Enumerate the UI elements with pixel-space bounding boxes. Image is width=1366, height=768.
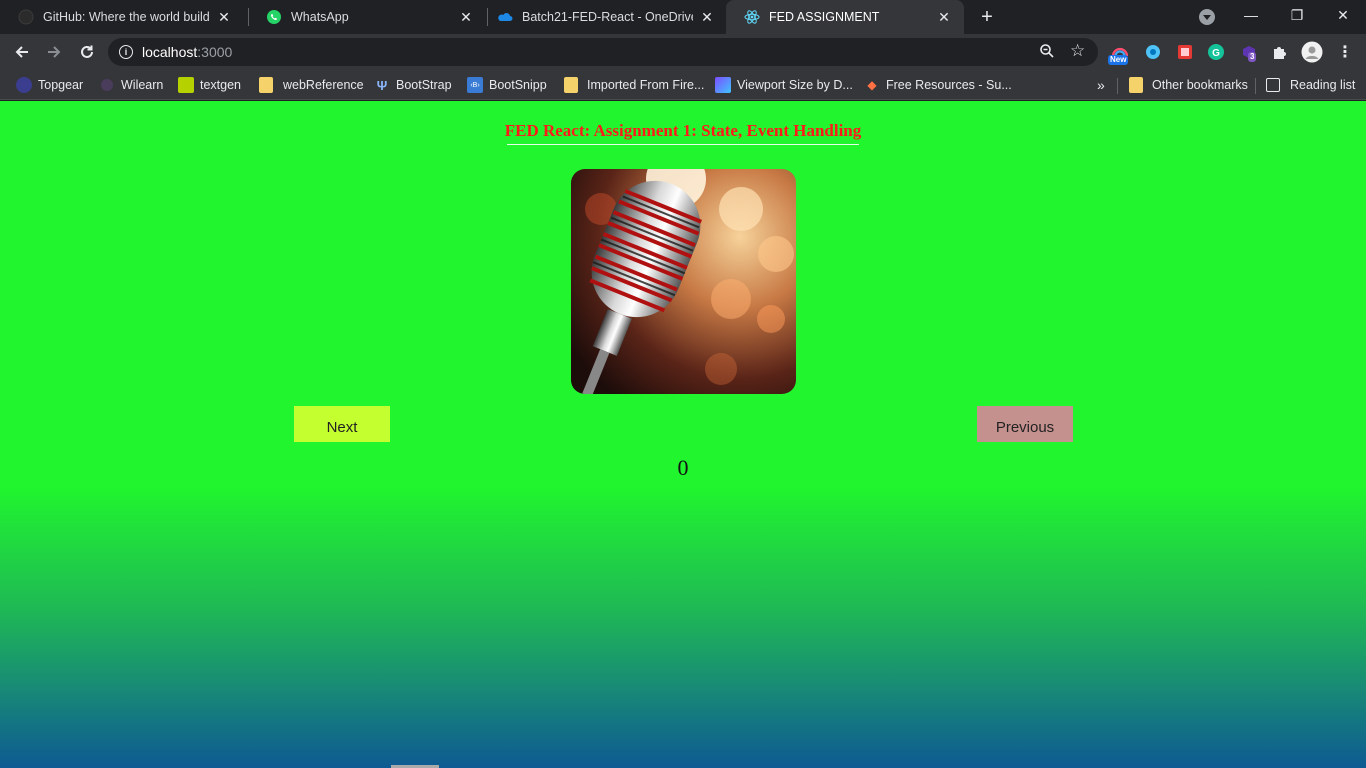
bookmark-label: Topgear xyxy=(38,78,84,92)
close-icon[interactable]: ✕ xyxy=(458,9,474,25)
topgear-icon xyxy=(16,77,32,93)
page-content: FED React: Assignment 1: State, Event Ha… xyxy=(0,101,1366,768)
red-extension-icon[interactable] xyxy=(1175,42,1195,62)
bookmark-label: BootSnipp xyxy=(489,78,547,92)
github-icon xyxy=(18,9,34,25)
bootsnipp-icon: ‹B› xyxy=(467,77,483,93)
avatar[interactable] xyxy=(1301,41,1323,63)
react-icon xyxy=(744,9,760,25)
bookmark-textgen[interactable]: textgen xyxy=(178,76,241,94)
reload-button[interactable] xyxy=(75,40,99,64)
tab-search-icon[interactable] xyxy=(1199,9,1215,25)
reading-list-button[interactable]: Reading list xyxy=(1266,76,1355,94)
next-button[interactable]: Next xyxy=(294,406,390,442)
tab-title: WhatsApp xyxy=(291,10,349,24)
viewport-icon xyxy=(715,77,731,93)
restore-button[interactable]: ❐ xyxy=(1274,0,1320,30)
bookmarks-bar: Topgear Wilearn textgen webReference Ψ B… xyxy=(0,70,1366,100)
bookmark-label: Free Resources - Su... xyxy=(886,78,1012,92)
folder-icon xyxy=(1129,77,1143,93)
tab-whatsapp[interactable]: WhatsApp ✕ xyxy=(248,0,486,34)
tab-github[interactable]: GitHub: Where the world builds s ✕ xyxy=(0,0,244,34)
site-info-icon[interactable]: i xyxy=(119,45,133,59)
reload-icon xyxy=(81,45,93,58)
count-badge: 3 xyxy=(1248,52,1257,62)
bird-extension-icon[interactable] xyxy=(1143,42,1163,62)
tab-strip: GitHub: Where the world builds s ✕ Whats… xyxy=(0,0,1366,34)
bookmark-label: Other bookmarks xyxy=(1152,78,1248,92)
tab-title: GitHub: Where the world builds s xyxy=(43,10,210,24)
rainbow-extension-icon[interactable]: New xyxy=(1108,42,1130,65)
svg-text:G: G xyxy=(1212,48,1220,59)
bookmark-bootsnipp[interactable]: ‹B› BootSnipp xyxy=(467,76,547,94)
previous-button[interactable]: Previous xyxy=(977,406,1073,442)
tab-fed-assignment[interactable]: FED ASSIGNMENT ✕ xyxy=(726,0,964,34)
new-tab-button[interactable]: + xyxy=(976,6,998,28)
purple-extension-icon[interactable]: 3 xyxy=(1239,42,1259,62)
whatsapp-icon xyxy=(266,9,282,25)
bookmark-topgear[interactable]: Topgear xyxy=(16,76,83,94)
bookmark-label: Imported From Fire... xyxy=(587,78,705,92)
folder-icon xyxy=(259,77,273,93)
bookmark-label: textgen xyxy=(200,78,242,92)
reading-list-icon xyxy=(1266,78,1280,92)
bookmarks-divider xyxy=(1255,78,1256,94)
textgen-icon xyxy=(178,77,194,93)
zoom-icon[interactable] xyxy=(1039,43,1057,61)
bookmark-bootstrap[interactable]: Ψ BootStrap xyxy=(374,76,452,94)
close-icon[interactable]: ✕ xyxy=(216,9,232,25)
wilearn-icon xyxy=(101,79,113,91)
bookmark-label: Viewport Size by D... xyxy=(737,78,853,92)
folder-icon xyxy=(564,77,578,93)
page-title: FED React: Assignment 1: State, Event Ha… xyxy=(504,121,862,140)
new-badge: New xyxy=(1108,55,1129,65)
gem-icon: ◆ xyxy=(867,78,877,92)
title-underline xyxy=(507,144,859,145)
forward-button[interactable] xyxy=(42,40,66,64)
bookmark-webreference[interactable]: webReference xyxy=(259,76,364,94)
bookmark-label: Wilearn xyxy=(121,78,164,92)
bookmark-wilearn[interactable]: Wilearn xyxy=(99,76,163,94)
more-menu-icon[interactable]: ⋮ xyxy=(1335,42,1355,62)
back-arrow-icon xyxy=(15,46,28,58)
address-bar[interactable]: i localhost:3000 ☆ xyxy=(108,38,1098,66)
puzzle-icon[interactable] xyxy=(1270,42,1290,62)
bookmark-imported-from-firefox[interactable]: Imported From Fire... xyxy=(564,76,704,94)
bookmark-star-icon[interactable]: ☆ xyxy=(1070,41,1088,60)
close-window-button[interactable]: ✕ xyxy=(1320,0,1366,30)
close-icon[interactable]: ✕ xyxy=(699,9,715,25)
back-button[interactable] xyxy=(10,40,34,64)
browser-toolbar: i localhost:3000 ☆ New G 3 ⋮ xyxy=(0,34,1366,70)
bookmark-free-resources[interactable]: ◆ Free Resources - Su... xyxy=(864,76,1012,94)
tab-title: FED ASSIGNMENT xyxy=(769,10,880,24)
bookmark-label: webReference xyxy=(283,78,364,92)
bookmarks-overflow-button[interactable]: » xyxy=(1097,76,1105,94)
onedrive-icon xyxy=(497,9,513,25)
url-text[interactable]: localhost:3000 xyxy=(142,44,232,60)
minimize-button[interactable]: — xyxy=(1228,0,1274,30)
bookmarks-divider xyxy=(1117,78,1118,94)
bookmark-other-bookmarks[interactable]: Other bookmarks xyxy=(1129,76,1248,94)
tab-onedrive[interactable]: Batch21-FED-React - OneDrive ✕ xyxy=(479,0,727,34)
bookmark-viewport-size[interactable]: Viewport Size by D... xyxy=(715,76,853,94)
microphone-photo xyxy=(571,169,796,394)
bootstrap-icon: Ψ xyxy=(376,77,388,93)
counter-value: 0 xyxy=(677,455,689,480)
bookmark-label: BootStrap xyxy=(396,78,452,92)
tab-title: Batch21-FED-React - OneDrive xyxy=(522,10,693,24)
grammarly-icon[interactable]: G xyxy=(1206,42,1226,62)
bookmark-label: Reading list xyxy=(1290,78,1356,92)
forward-arrow-icon xyxy=(48,46,61,58)
close-icon[interactable]: ✕ xyxy=(936,9,952,25)
